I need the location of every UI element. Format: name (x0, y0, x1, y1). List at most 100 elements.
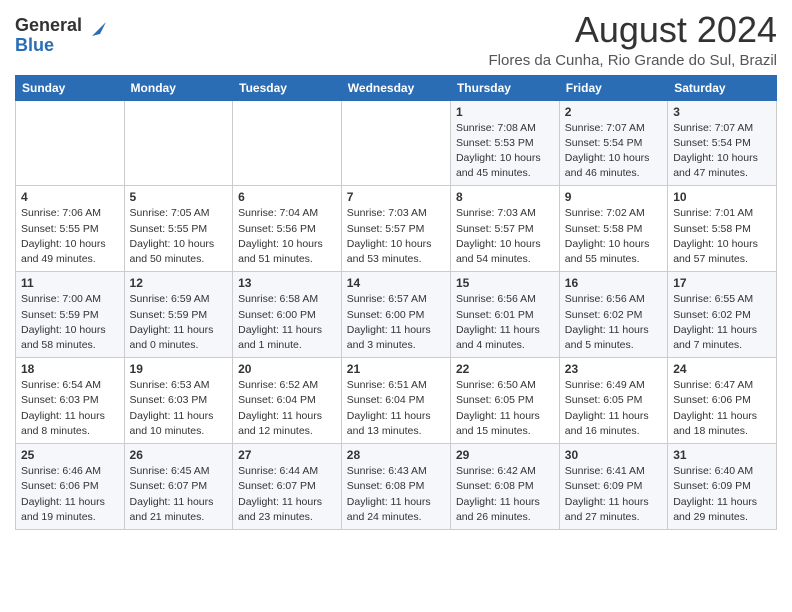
calendar-cell: 9 Sunrise: 7:02 AMSunset: 5:58 PMDaylight… (559, 186, 667, 272)
day-info: Sunrise: 6:47 AMSunset: 6:06 PMDaylight:… (673, 378, 771, 439)
day-info: Sunrise: 6:58 AMSunset: 6:00 PMDaylight:… (238, 292, 336, 353)
day-info: Sunrise: 7:01 AMSunset: 5:58 PMDaylight:… (673, 206, 771, 267)
day-number: 4 (21, 190, 119, 204)
weekday-header: Tuesday (233, 75, 342, 100)
day-number: 9 (565, 190, 662, 204)
calendar-cell: 23 Sunrise: 6:49 AMSunset: 6:05 PMDayligh… (559, 358, 667, 444)
weekday-header: Sunday (16, 75, 125, 100)
weekday-header: Monday (124, 75, 233, 100)
day-info: Sunrise: 6:40 AMSunset: 6:09 PMDaylight:… (673, 464, 771, 525)
day-info: Sunrise: 7:08 AMSunset: 5:53 PMDaylight:… (456, 121, 554, 182)
day-info: Sunrise: 6:56 AMSunset: 6:01 PMDaylight:… (456, 292, 554, 353)
day-info: Sunrise: 7:07 AMSunset: 5:54 PMDaylight:… (565, 121, 662, 182)
day-number: 31 (673, 448, 771, 462)
day-info: Sunrise: 6:52 AMSunset: 6:04 PMDaylight:… (238, 378, 336, 439)
weekday-header: Wednesday (341, 75, 450, 100)
logo-blue-text: Blue (15, 36, 82, 56)
day-number: 12 (130, 276, 228, 290)
day-number: 13 (238, 276, 336, 290)
calendar-cell: 21Sunrise: 6:51 AMSunset: 6:04 PMDayligh… (341, 358, 450, 444)
day-number: 19 (130, 362, 228, 376)
calendar-cell: 26 Sunrise: 6:45 AMSunset: 6:07 PMDayligh… (124, 444, 233, 530)
day-info: Sunrise: 7:03 AMSunset: 5:57 PMDaylight:… (456, 206, 554, 267)
calendar-cell: 1 Sunrise: 7:08 AMSunset: 5:53 PMDaylight… (450, 100, 559, 186)
day-number: 22 (456, 362, 554, 376)
calendar-cell: 5 Sunrise: 7:05 AMSunset: 5:55 PMDaylight… (124, 186, 233, 272)
calendar-cell: 18 Sunrise: 6:54 AMSunset: 6:03 PMDayligh… (16, 358, 125, 444)
day-number: 16 (565, 276, 662, 290)
day-number: 20 (238, 362, 336, 376)
day-info: Sunrise: 6:49 AMSunset: 6:05 PMDaylight:… (565, 378, 662, 439)
calendar-cell: 2Sunrise: 7:07 AMSunset: 5:54 PMDaylight… (559, 100, 667, 186)
day-number: 3 (673, 105, 771, 119)
day-info: Sunrise: 7:04 AMSunset: 5:56 PMDaylight:… (238, 206, 336, 267)
calendar-week-row: 18 Sunrise: 6:54 AMSunset: 6:03 PMDayligh… (16, 358, 777, 444)
day-info: Sunrise: 6:43 AMSunset: 6:08 PMDaylight:… (347, 464, 445, 525)
day-number: 1 (456, 105, 554, 119)
calendar-cell: 7 Sunrise: 7:03 AMSunset: 5:57 PMDaylight… (341, 186, 450, 272)
day-number: 11 (21, 276, 119, 290)
day-number: 21 (347, 362, 445, 376)
day-number: 23 (565, 362, 662, 376)
day-number: 18 (21, 362, 119, 376)
title-area: August 2024 Flores da Cunha, Rio Grande … (489, 10, 777, 69)
calendar-cell: 13 Sunrise: 6:58 AMSunset: 6:00 PMDayligh… (233, 272, 342, 358)
day-info: Sunrise: 7:02 AMSunset: 5:58 PMDaylight:… (565, 206, 662, 267)
calendar-cell: 20 Sunrise: 6:52 AMSunset: 6:04 PMDayligh… (233, 358, 342, 444)
calendar-cell: 31 Sunrise: 6:40 AMSunset: 6:09 PMDayligh… (668, 444, 777, 530)
calendar-cell: 29 Sunrise: 6:42 AMSunset: 6:08 PMDayligh… (450, 444, 559, 530)
calendar-cell: 27 Sunrise: 6:44 AMSunset: 6:07 PMDayligh… (233, 444, 342, 530)
day-info: Sunrise: 6:42 AMSunset: 6:08 PMDaylight:… (456, 464, 554, 525)
day-number: 8 (456, 190, 554, 204)
day-number: 5 (130, 190, 228, 204)
calendar-cell: 28 Sunrise: 6:43 AMSunset: 6:08 PMDayligh… (341, 444, 450, 530)
day-number: 10 (673, 190, 771, 204)
calendar-week-row: 4 Sunrise: 7:06 AMSunset: 5:55 PMDaylight… (16, 186, 777, 272)
day-number: 27 (238, 448, 336, 462)
calendar-week-row: 25Sunrise: 6:46 AMSunset: 6:06 PMDayligh… (16, 444, 777, 530)
logo-bird-icon (84, 18, 106, 40)
day-number: 25 (21, 448, 119, 462)
day-number: 30 (565, 448, 662, 462)
weekday-header: Friday (559, 75, 667, 100)
calendar-week-row: 11Sunrise: 7:00 AMSunset: 5:59 PMDayligh… (16, 272, 777, 358)
calendar-cell: 3 Sunrise: 7:07 AMSunset: 5:54 PMDaylight… (668, 100, 777, 186)
month-title: August 2024 (489, 10, 777, 50)
calendar-cell: 12 Sunrise: 6:59 AMSunset: 5:59 PMDayligh… (124, 272, 233, 358)
calendar-cell (341, 100, 450, 186)
location-subtitle: Flores da Cunha, Rio Grande do Sul, Braz… (489, 52, 777, 69)
day-info: Sunrise: 7:05 AMSunset: 5:55 PMDaylight:… (130, 206, 228, 267)
day-number: 28 (347, 448, 445, 462)
day-info: Sunrise: 7:06 AMSunset: 5:55 PMDaylight:… (21, 206, 119, 267)
day-info: Sunrise: 6:56 AMSunset: 6:02 PMDaylight:… (565, 292, 662, 353)
calendar-week-row: 1 Sunrise: 7:08 AMSunset: 5:53 PMDaylight… (16, 100, 777, 186)
day-info: Sunrise: 7:07 AMSunset: 5:54 PMDaylight:… (673, 121, 771, 182)
calendar-cell: 19 Sunrise: 6:53 AMSunset: 6:03 PMDayligh… (124, 358, 233, 444)
calendar-cell: 25Sunrise: 6:46 AMSunset: 6:06 PMDayligh… (16, 444, 125, 530)
calendar-cell (124, 100, 233, 186)
calendar-cell: 22 Sunrise: 6:50 AMSunset: 6:05 PMDayligh… (450, 358, 559, 444)
day-number: 7 (347, 190, 445, 204)
day-number: 29 (456, 448, 554, 462)
day-number: 26 (130, 448, 228, 462)
day-info: Sunrise: 6:54 AMSunset: 6:03 PMDaylight:… (21, 378, 119, 439)
calendar-cell: 11Sunrise: 7:00 AMSunset: 5:59 PMDayligh… (16, 272, 125, 358)
day-number: 15 (456, 276, 554, 290)
weekday-header: Saturday (668, 75, 777, 100)
calendar-cell: 30Sunrise: 6:41 AMSunset: 6:09 PMDayligh… (559, 444, 667, 530)
day-number: 17 (673, 276, 771, 290)
day-info: Sunrise: 6:57 AMSunset: 6:00 PMDaylight:… (347, 292, 445, 353)
calendar-cell: 15 Sunrise: 6:56 AMSunset: 6:01 PMDayligh… (450, 272, 559, 358)
weekday-header-row: SundayMondayTuesdayWednesdayThursdayFrid… (16, 75, 777, 100)
day-info: Sunrise: 7:03 AMSunset: 5:57 PMDaylight:… (347, 206, 445, 267)
day-info: Sunrise: 6:50 AMSunset: 6:05 PMDaylight:… (456, 378, 554, 439)
day-info: Sunrise: 6:44 AMSunset: 6:07 PMDaylight:… (238, 464, 336, 525)
logo-general-text: General (15, 16, 82, 36)
calendar-cell: 8 Sunrise: 7:03 AMSunset: 5:57 PMDaylight… (450, 186, 559, 272)
day-number: 6 (238, 190, 336, 204)
day-info: Sunrise: 6:45 AMSunset: 6:07 PMDaylight:… (130, 464, 228, 525)
day-info: Sunrise: 6:59 AMSunset: 5:59 PMDaylight:… (130, 292, 228, 353)
calendar-cell: 17Sunrise: 6:55 AMSunset: 6:02 PMDayligh… (668, 272, 777, 358)
day-info: Sunrise: 6:53 AMSunset: 6:03 PMDaylight:… (130, 378, 228, 439)
day-number: 24 (673, 362, 771, 376)
